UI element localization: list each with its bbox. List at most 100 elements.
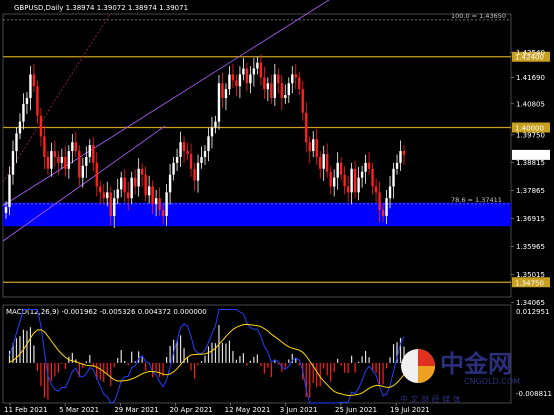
candle-body bbox=[189, 154, 193, 169]
candle-body bbox=[130, 177, 133, 199]
candle-body bbox=[53, 151, 57, 157]
candle-body bbox=[186, 151, 189, 155]
y-tick-label: 1.35965 bbox=[516, 243, 545, 251]
candle-body bbox=[298, 77, 301, 90]
candle-body bbox=[137, 168, 140, 187]
candle-body bbox=[245, 68, 249, 84]
candle-body bbox=[214, 121, 217, 128]
y-tick-label: 1.40805 bbox=[516, 100, 545, 108]
candle-body bbox=[235, 80, 238, 87]
candle-body bbox=[182, 142, 186, 152]
candle-body bbox=[291, 74, 294, 84]
x-tick-label: 5 Mar 2021 bbox=[59, 406, 99, 414]
candle-body bbox=[32, 74, 36, 87]
candle-body bbox=[78, 151, 81, 178]
candle-body bbox=[339, 162, 343, 175]
support-zone bbox=[3, 202, 511, 227]
candle-body bbox=[259, 62, 263, 78]
candle-body bbox=[18, 121, 22, 134]
candle-body bbox=[256, 62, 259, 69]
candle-body bbox=[350, 168, 353, 193]
candle-body bbox=[395, 162, 399, 169]
candle-body bbox=[165, 192, 168, 216]
candle-body bbox=[99, 186, 102, 193]
candle-body bbox=[305, 112, 308, 143]
candle-body bbox=[60, 156, 64, 163]
x-tick-label: 20 Apr 2021 bbox=[169, 406, 212, 414]
candle-body bbox=[270, 83, 273, 99]
candle-body bbox=[388, 186, 392, 199]
candle-body bbox=[221, 83, 224, 99]
watermark-brand-en: CNGOLD.COM bbox=[464, 377, 520, 386]
candle-body bbox=[67, 151, 71, 169]
candle-body bbox=[147, 186, 151, 196]
candle-body bbox=[280, 83, 284, 99]
candle-body bbox=[357, 177, 360, 193]
candle-body bbox=[207, 136, 210, 152]
candle-body bbox=[294, 74, 297, 78]
level-price-label: 1.34750 bbox=[515, 279, 544, 287]
candle-body bbox=[144, 174, 147, 196]
candle-body bbox=[36, 86, 39, 116]
x-tick-label: 29 Mar 2021 bbox=[114, 406, 158, 414]
candle-body bbox=[140, 168, 144, 175]
y-tick-label: 1.38815 bbox=[516, 159, 545, 167]
y-tick-label: 1.34065 bbox=[516, 299, 545, 307]
candle-body bbox=[242, 68, 245, 75]
candle-body bbox=[217, 83, 221, 122]
fib-level-label: 78.6 = 1.37411 bbox=[451, 196, 502, 204]
candle-body bbox=[57, 156, 60, 163]
x-tick-label: 3 Jun 2021 bbox=[280, 406, 318, 414]
current-price-label: 1.39071 bbox=[515, 152, 544, 160]
candle-body bbox=[172, 162, 175, 175]
candle-body bbox=[92, 145, 95, 163]
candle-body bbox=[88, 145, 91, 157]
candle-body bbox=[371, 168, 374, 187]
y-tick-label: 1.42540 bbox=[516, 49, 545, 57]
candle-body bbox=[367, 162, 371, 169]
candle-body bbox=[284, 95, 287, 99]
candle-body bbox=[113, 198, 116, 216]
candle-body bbox=[64, 156, 67, 169]
candle-body bbox=[102, 192, 105, 199]
y-tick-label: 1.39750 bbox=[516, 131, 545, 139]
candle-body bbox=[46, 156, 50, 169]
candle-body bbox=[179, 142, 182, 157]
candle-body bbox=[8, 174, 11, 208]
candle-body bbox=[95, 162, 98, 187]
candle-body bbox=[266, 83, 270, 90]
fib-level-label: 100.0 = 1.43650 bbox=[451, 12, 506, 20]
candle-body bbox=[360, 171, 364, 178]
candle-body bbox=[301, 89, 304, 113]
y-tick-label: 1.35015 bbox=[516, 271, 545, 279]
candle-body bbox=[200, 156, 203, 163]
candle-body bbox=[15, 133, 18, 152]
x-tick-label: 19 Jul 2021 bbox=[390, 406, 430, 414]
candle-body bbox=[315, 139, 318, 157]
watermark-brand-cn: 中金网 bbox=[440, 350, 512, 378]
candle-body bbox=[81, 165, 85, 178]
candle-body bbox=[308, 142, 311, 152]
candle-body bbox=[196, 162, 200, 181]
y-tick-label: 1.36915 bbox=[516, 215, 545, 223]
candle-body bbox=[238, 74, 242, 87]
watermark-slogan: 中 文 财 经 媒 体 bbox=[400, 394, 461, 404]
candle-body bbox=[343, 174, 346, 187]
candle-body bbox=[336, 162, 339, 178]
candle-body bbox=[210, 127, 214, 137]
candle-body bbox=[106, 192, 109, 199]
candle-body bbox=[43, 136, 46, 157]
candle-body bbox=[50, 151, 53, 169]
candle-body bbox=[116, 189, 119, 199]
candle-body bbox=[252, 68, 256, 75]
chart-title: GBPUSD,Daily 1.38974 1.39072 1.38974 1.3… bbox=[14, 4, 188, 12]
x-tick-label: 25 Jun 2021 bbox=[335, 406, 377, 414]
candle-body bbox=[378, 192, 381, 211]
candle-body bbox=[263, 77, 266, 90]
candle-body bbox=[203, 151, 207, 157]
candle-body bbox=[374, 186, 378, 193]
candle-body bbox=[74, 142, 78, 152]
candle-body bbox=[133, 177, 137, 187]
candle-body bbox=[193, 168, 196, 181]
candle-body bbox=[151, 186, 154, 205]
